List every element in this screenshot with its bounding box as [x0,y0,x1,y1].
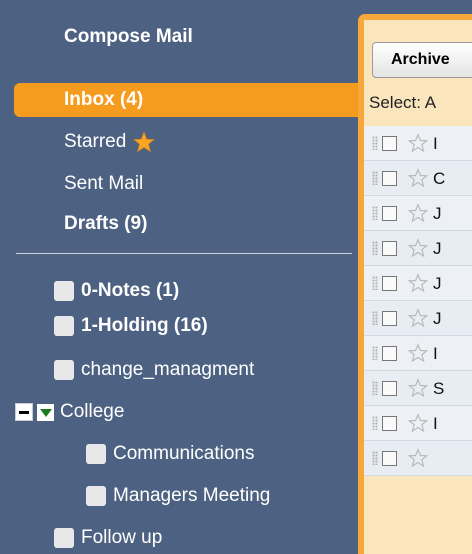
star-outline-icon[interactable] [408,378,428,398]
select-label: Select: A [369,93,437,112]
sender-name: I [433,344,438,363]
row-checkbox[interactable] [382,381,397,396]
label-item-change-managment[interactable]: change_managment [54,355,254,385]
label-name: 0-Notes (1) [81,280,180,301]
label-color-square[interactable] [54,281,74,301]
sender-name: I [433,134,438,153]
label-item-follow-up[interactable]: Follow up [54,523,162,553]
drag-handle-icon[interactable] [372,451,378,465]
row-checkbox[interactable] [382,241,397,256]
message-row[interactable]: I [364,126,472,161]
sender-name: I [433,414,438,433]
label-name: Managers Meeting [113,485,271,506]
label-color-square[interactable] [54,316,74,336]
sender-name: J [433,239,442,258]
label-name: Follow up [81,527,163,548]
row-checkbox[interactable] [382,451,397,466]
row-checkbox[interactable] [382,346,397,361]
compose-mail-link[interactable]: Compose Mail [64,26,193,48]
sender-name: J [433,309,442,328]
star-outline-icon[interactable] [408,168,428,188]
star-outline-icon[interactable] [408,133,428,153]
collapse-icon[interactable] [15,403,33,421]
starred-label: Starred [64,131,127,152]
message-row[interactable]: I [364,406,472,441]
message-row[interactable]: C [364,161,472,196]
label-name: Communications [113,443,255,464]
label-item-communications[interactable]: Communications [86,439,255,469]
expand-triangle-icon[interactable] [37,403,54,421]
drag-handle-icon[interactable] [372,381,378,395]
drag-handle-icon[interactable] [372,171,378,185]
drag-handle-icon[interactable] [372,311,378,325]
star-outline-icon[interactable] [408,343,428,363]
label-name: 1-Holding (16) [81,315,208,336]
message-row[interactable]: J [364,196,472,231]
archive-button[interactable]: Archive [372,42,472,78]
star-outline-icon[interactable] [408,273,428,293]
label-name: College [60,401,125,422]
row-checkbox[interactable] [382,416,397,431]
message-row[interactable] [364,441,472,476]
label-color-square[interactable] [54,528,74,548]
star-outline-icon[interactable] [408,308,428,328]
drag-handle-icon[interactable] [372,276,378,290]
message-list: ICJJJJISI [364,126,472,476]
label-color-square[interactable] [86,444,106,464]
star-outline-icon[interactable] [408,413,428,433]
sidebar-item-sent[interactable]: Sent Mail [64,167,143,201]
drag-handle-icon[interactable] [372,241,378,255]
label-color-square[interactable] [54,360,74,380]
row-checkbox[interactable] [382,311,397,326]
message-row[interactable]: J [364,301,472,336]
message-row[interactable]: J [364,231,472,266]
drag-handle-icon[interactable] [372,136,378,150]
star-outline-icon[interactable] [408,448,428,468]
drafts-label: Drafts (9) [64,213,148,234]
label-item-notes[interactable]: 0-Notes (1) [54,276,179,306]
sender-name: C [433,169,446,188]
row-checkbox[interactable] [382,136,397,151]
row-checkbox[interactable] [382,276,397,291]
label-name: change_managment [81,359,255,380]
star-outline-icon[interactable] [408,238,428,258]
label-color-square[interactable] [86,486,106,506]
inbox-label: Inbox (4) [64,89,144,110]
sidebar-item-drafts[interactable]: Drafts (9) [64,207,147,241]
label-item-college[interactable]: College [15,397,124,427]
sidebar-item-inbox[interactable]: Inbox (4) [14,83,359,117]
label-item-holding[interactable]: 1-Holding (16) [54,311,208,341]
row-checkbox[interactable] [382,171,397,186]
sender-name: J [433,204,442,223]
message-row[interactable]: J [364,266,472,301]
label-item-managers-meeting[interactable]: Managers Meeting [86,481,270,511]
drag-handle-icon[interactable] [372,416,378,430]
sender-name: J [433,274,442,293]
row-checkbox[interactable] [382,206,397,221]
sidebar-divider [16,253,352,254]
sidebar-item-starred[interactable]: Starred [64,125,156,159]
sent-label: Sent Mail [64,173,144,194]
drag-handle-icon[interactable] [372,206,378,220]
star-outline-icon[interactable] [408,203,428,223]
star-icon [133,131,156,153]
drag-handle-icon[interactable] [372,346,378,360]
sender-name: S [433,379,445,398]
message-row[interactable]: I [364,336,472,371]
sidebar: Compose Mail Inbox (4) Starred Sent Mail… [0,0,359,554]
message-row[interactable]: S [364,371,472,406]
